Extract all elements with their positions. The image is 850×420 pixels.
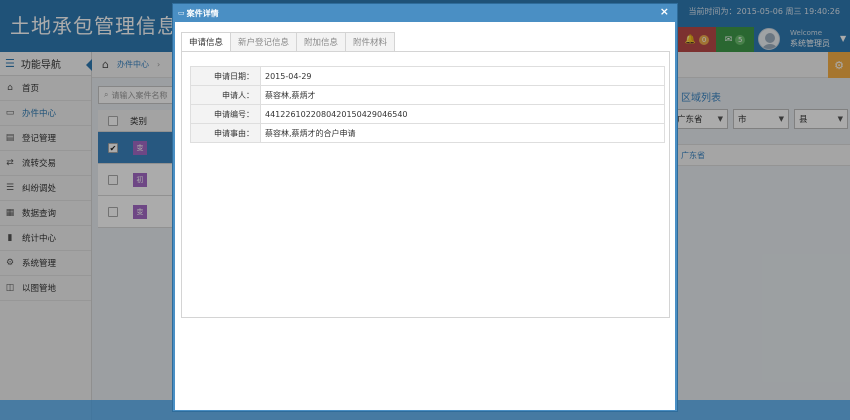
field-label: 申请编号： xyxy=(190,104,261,124)
tab-application-info[interactable]: 申请信息 xyxy=(181,32,232,52)
dialog-title: 案件详情 xyxy=(186,8,219,18)
field-value: 蔡容林,蔡炳才的合户申请 xyxy=(260,123,665,143)
tab-panel: 申请日期： 2015-04-29 申请人： 蔡容林,蔡炳才 申请编号： 4412… xyxy=(181,51,670,318)
info-row-date: 申请日期： 2015-04-29 xyxy=(190,66,665,86)
info-row-applicant: 申请人： 蔡容林,蔡炳才 xyxy=(190,85,665,105)
close-icon[interactable]: × xyxy=(660,5,669,18)
case-detail-dialog: ▭ 案件详情 × 申请信息 新户登记信息 附加信息 附件材料 申请日期： 201… xyxy=(172,3,678,412)
info-row-reason: 申请事由： 蔡容林,蔡炳才的合户申请 xyxy=(190,123,665,143)
dialog-titlebar[interactable]: ▭ 案件详情 xyxy=(173,4,677,22)
application-info-table: 申请日期： 2015-04-29 申请人： 蔡容林,蔡炳才 申请编号： 4412… xyxy=(190,66,665,143)
dialog-body: 申请信息 新户登记信息 附加信息 附件材料 申请日期： 2015-04-29 申… xyxy=(175,22,675,410)
window-icon: ▭ xyxy=(178,9,185,17)
tab-attachments[interactable]: 附件材料 xyxy=(346,32,396,52)
info-row-number: 申请编号： 441226102208042015042904654​0 xyxy=(190,104,665,124)
field-label: 申请人： xyxy=(190,85,261,105)
tab-additional-info[interactable]: 附加信息 xyxy=(297,32,347,52)
tab-bar: 申请信息 新户登记信息 附加信息 附件材料 xyxy=(181,32,396,52)
field-label: 申请事由： xyxy=(190,123,261,143)
field-value: 2015-04-29 xyxy=(260,66,665,86)
field-value: 蔡容林,蔡炳才 xyxy=(260,85,665,105)
tab-new-household[interactable]: 新户登记信息 xyxy=(231,32,298,52)
field-label: 申请日期： xyxy=(190,66,261,86)
field-value: 441226102208042015042904654​0 xyxy=(260,104,665,124)
